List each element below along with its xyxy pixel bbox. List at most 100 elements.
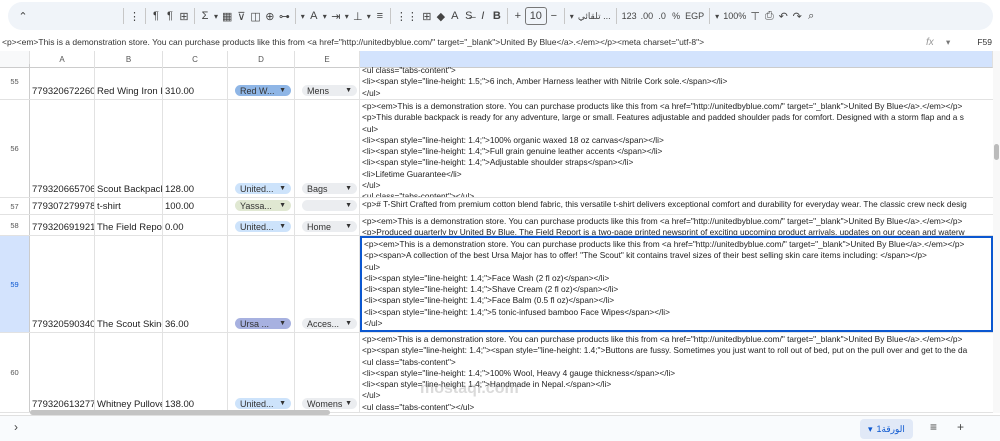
vendor-chip[interactable]: Yassa... ▼	[235, 200, 291, 211]
cell-id[interactable]: 7793206919211	[30, 215, 95, 235]
link-icon[interactable]: ⊶	[277, 5, 292, 27]
cell-category[interactable]: Mens ▼	[295, 64, 360, 99]
category-chip[interactable]: Womens ▼	[302, 398, 357, 409]
pivot-table-icon[interactable]: ▦	[220, 5, 234, 27]
formula-dropdown-icon[interactable]: ▾	[946, 37, 960, 48]
all-sheets-icon[interactable]: ≡	[930, 420, 937, 434]
vendor-chip[interactable]: Red W... ▼	[235, 85, 291, 96]
row-number[interactable]: 56	[0, 100, 30, 197]
merge-cells-icon[interactable]: ⋮⋮	[394, 5, 420, 27]
vendor-chip[interactable]: United... ▼	[235, 183, 291, 194]
name-box[interactable]: F59	[960, 37, 1000, 47]
cell-description[interactable]: <p><em>This is a demonstration store. Yo…	[360, 215, 993, 235]
vendor-chip[interactable]: United... ▼	[235, 221, 291, 232]
cell-description[interactable]: <ul class="tabs-content"> <li><span style…	[360, 64, 993, 99]
bold-icon[interactable]: B	[490, 5, 504, 27]
row-number[interactable]: 60	[0, 333, 30, 412]
cell-id[interactable]: 7793206132779	[30, 333, 95, 412]
rtl-icon[interactable]: ¶	[163, 5, 177, 27]
cell-category[interactable]: ▼	[295, 198, 360, 214]
row-number[interactable]: 58	[0, 215, 30, 235]
chevron-down-icon[interactable]: ▾	[365, 5, 373, 27]
vendor-chip[interactable]: Ursa ... ▼	[235, 318, 291, 329]
fill-color-icon[interactable]: ◆	[434, 5, 448, 27]
paint-format-icon[interactable]: ⊤	[748, 5, 762, 27]
zoom-select[interactable]: 100%	[721, 5, 748, 27]
vertical-align-icon[interactable]: ⊥	[351, 5, 365, 27]
formula-input[interactable]: <p><em>This is a demonstration store. Yo…	[0, 37, 926, 47]
text-color-icon[interactable]: A	[448, 5, 462, 27]
cell-id[interactable]: 7793205903403	[30, 236, 95, 332]
cell-title[interactable]: Whitney Pullover	[95, 333, 163, 412]
cell-category[interactable]: Acces... ▼	[295, 236, 360, 332]
cell-price[interactable]: 100.00	[163, 198, 228, 214]
chevron-down-icon[interactable]: ▾	[343, 5, 351, 27]
font-select[interactable]: تلقائي ...	[576, 5, 613, 27]
comment-icon[interactable]: ⊕	[263, 5, 277, 27]
text-color-icon[interactable]: A	[307, 5, 321, 27]
cell-title[interactable]: The Scout Skincare Kit	[95, 236, 163, 332]
cell-price[interactable]: 128.00	[163, 100, 228, 197]
cell-title[interactable]: t-shirt	[95, 198, 163, 214]
sum-icon[interactable]: Σ	[198, 5, 212, 27]
category-chip[interactable]: ▼	[302, 200, 357, 211]
cell-id[interactable]: 7793206657067	[30, 100, 95, 197]
cell-title[interactable]: The Field Report	[95, 215, 163, 235]
sheet-tab[interactable]: ▾ الورقة1	[860, 419, 913, 439]
redo-icon[interactable]: ↷	[790, 5, 804, 27]
horizontal-align-icon[interactable]: ≡	[373, 5, 387, 27]
category-chip[interactable]: Mens ▼	[302, 85, 357, 96]
collapse-icon[interactable]: ⌃	[16, 5, 30, 27]
row-number[interactable]: 57	[0, 198, 30, 214]
chevron-down-icon[interactable]: ▾	[321, 5, 329, 27]
cell-category[interactable]: Womens ▼	[295, 333, 360, 412]
cell-vendor[interactable]: Yassa... ▼	[228, 198, 295, 214]
cell-description[interactable]: <p><em>This is a demonstration store. Yo…	[360, 100, 993, 197]
percent-icon[interactable]: %	[669, 5, 683, 27]
cell-price[interactable]: 0.00	[163, 215, 228, 235]
chevron-down-icon[interactable]: ▾	[568, 5, 576, 27]
insert-cells-icon[interactable]: ⊞	[177, 5, 191, 27]
cell-description[interactable]: <p><em>This is a demonstration store. Yo…	[360, 333, 993, 412]
cell-category[interactable]: Home ▼	[295, 215, 360, 235]
cell-vendor[interactable]: United... ▼	[228, 333, 295, 412]
vendor-chip[interactable]: United... ▼	[235, 398, 291, 409]
cell-description[interactable]: <p># T-Shirt Crafted from premium cotton…	[360, 198, 993, 214]
increase-font-size-icon[interactable]: +	[511, 5, 525, 27]
row-number[interactable]: 55	[0, 64, 30, 99]
filter-icon[interactable]: ⊽	[234, 5, 248, 27]
chart-icon[interactable]: ◫	[248, 5, 262, 27]
cell-price[interactable]: 310.00	[163, 64, 228, 99]
add-sheet-icon[interactable]: +	[957, 420, 964, 434]
decrease-font-size-icon[interactable]: −	[547, 5, 561, 27]
search-icon[interactable]: ⌕	[804, 5, 818, 27]
category-chip[interactable]: Acces... ▼	[302, 318, 357, 329]
cell-id[interactable]: 7793072799787	[30, 198, 95, 214]
category-chip[interactable]: Home ▼	[302, 221, 357, 232]
ltr-icon[interactable]: ¶	[149, 5, 163, 27]
cell-vendor[interactable]: Ursa ... ▼	[228, 236, 295, 332]
borders-icon[interactable]: ⊞	[420, 5, 434, 27]
cell-vendor[interactable]: United... ▼	[228, 215, 295, 235]
cell-title[interactable]: Red Wing Iron Ranger	[95, 64, 163, 99]
currency-icon[interactable]: EGP	[683, 5, 706, 27]
row-number[interactable]: 59	[0, 236, 30, 332]
category-chip[interactable]: Bags ▼	[302, 183, 357, 194]
font-size-input[interactable]: 10	[524, 7, 547, 25]
cell-title[interactable]: Scout Backpack	[95, 100, 163, 197]
vertical-scroll-thumb[interactable]	[994, 144, 999, 160]
cell-vendor[interactable]: Red W... ▼	[228, 64, 295, 99]
decrease-decimal-icon[interactable]: .0	[655, 5, 669, 27]
cell-id[interactable]: 7793206722603	[30, 64, 95, 99]
chevron-down-icon[interactable]: ▾	[299, 5, 307, 27]
italic-icon[interactable]: I	[476, 5, 490, 27]
cell-price[interactable]: 36.00	[163, 236, 228, 332]
cell-category[interactable]: Bags ▼	[295, 100, 360, 197]
strikethrough-icon[interactable]: S̶	[462, 5, 476, 27]
chevron-down-icon[interactable]: ▾	[713, 5, 721, 27]
undo-icon[interactable]: ↶	[776, 5, 790, 27]
print-icon[interactable]: ⎙	[762, 5, 776, 27]
cell-vendor[interactable]: United... ▼	[228, 100, 295, 197]
increase-decimal-icon[interactable]: .00	[639, 5, 656, 27]
more-icon[interactable]: ⋮	[127, 5, 142, 27]
